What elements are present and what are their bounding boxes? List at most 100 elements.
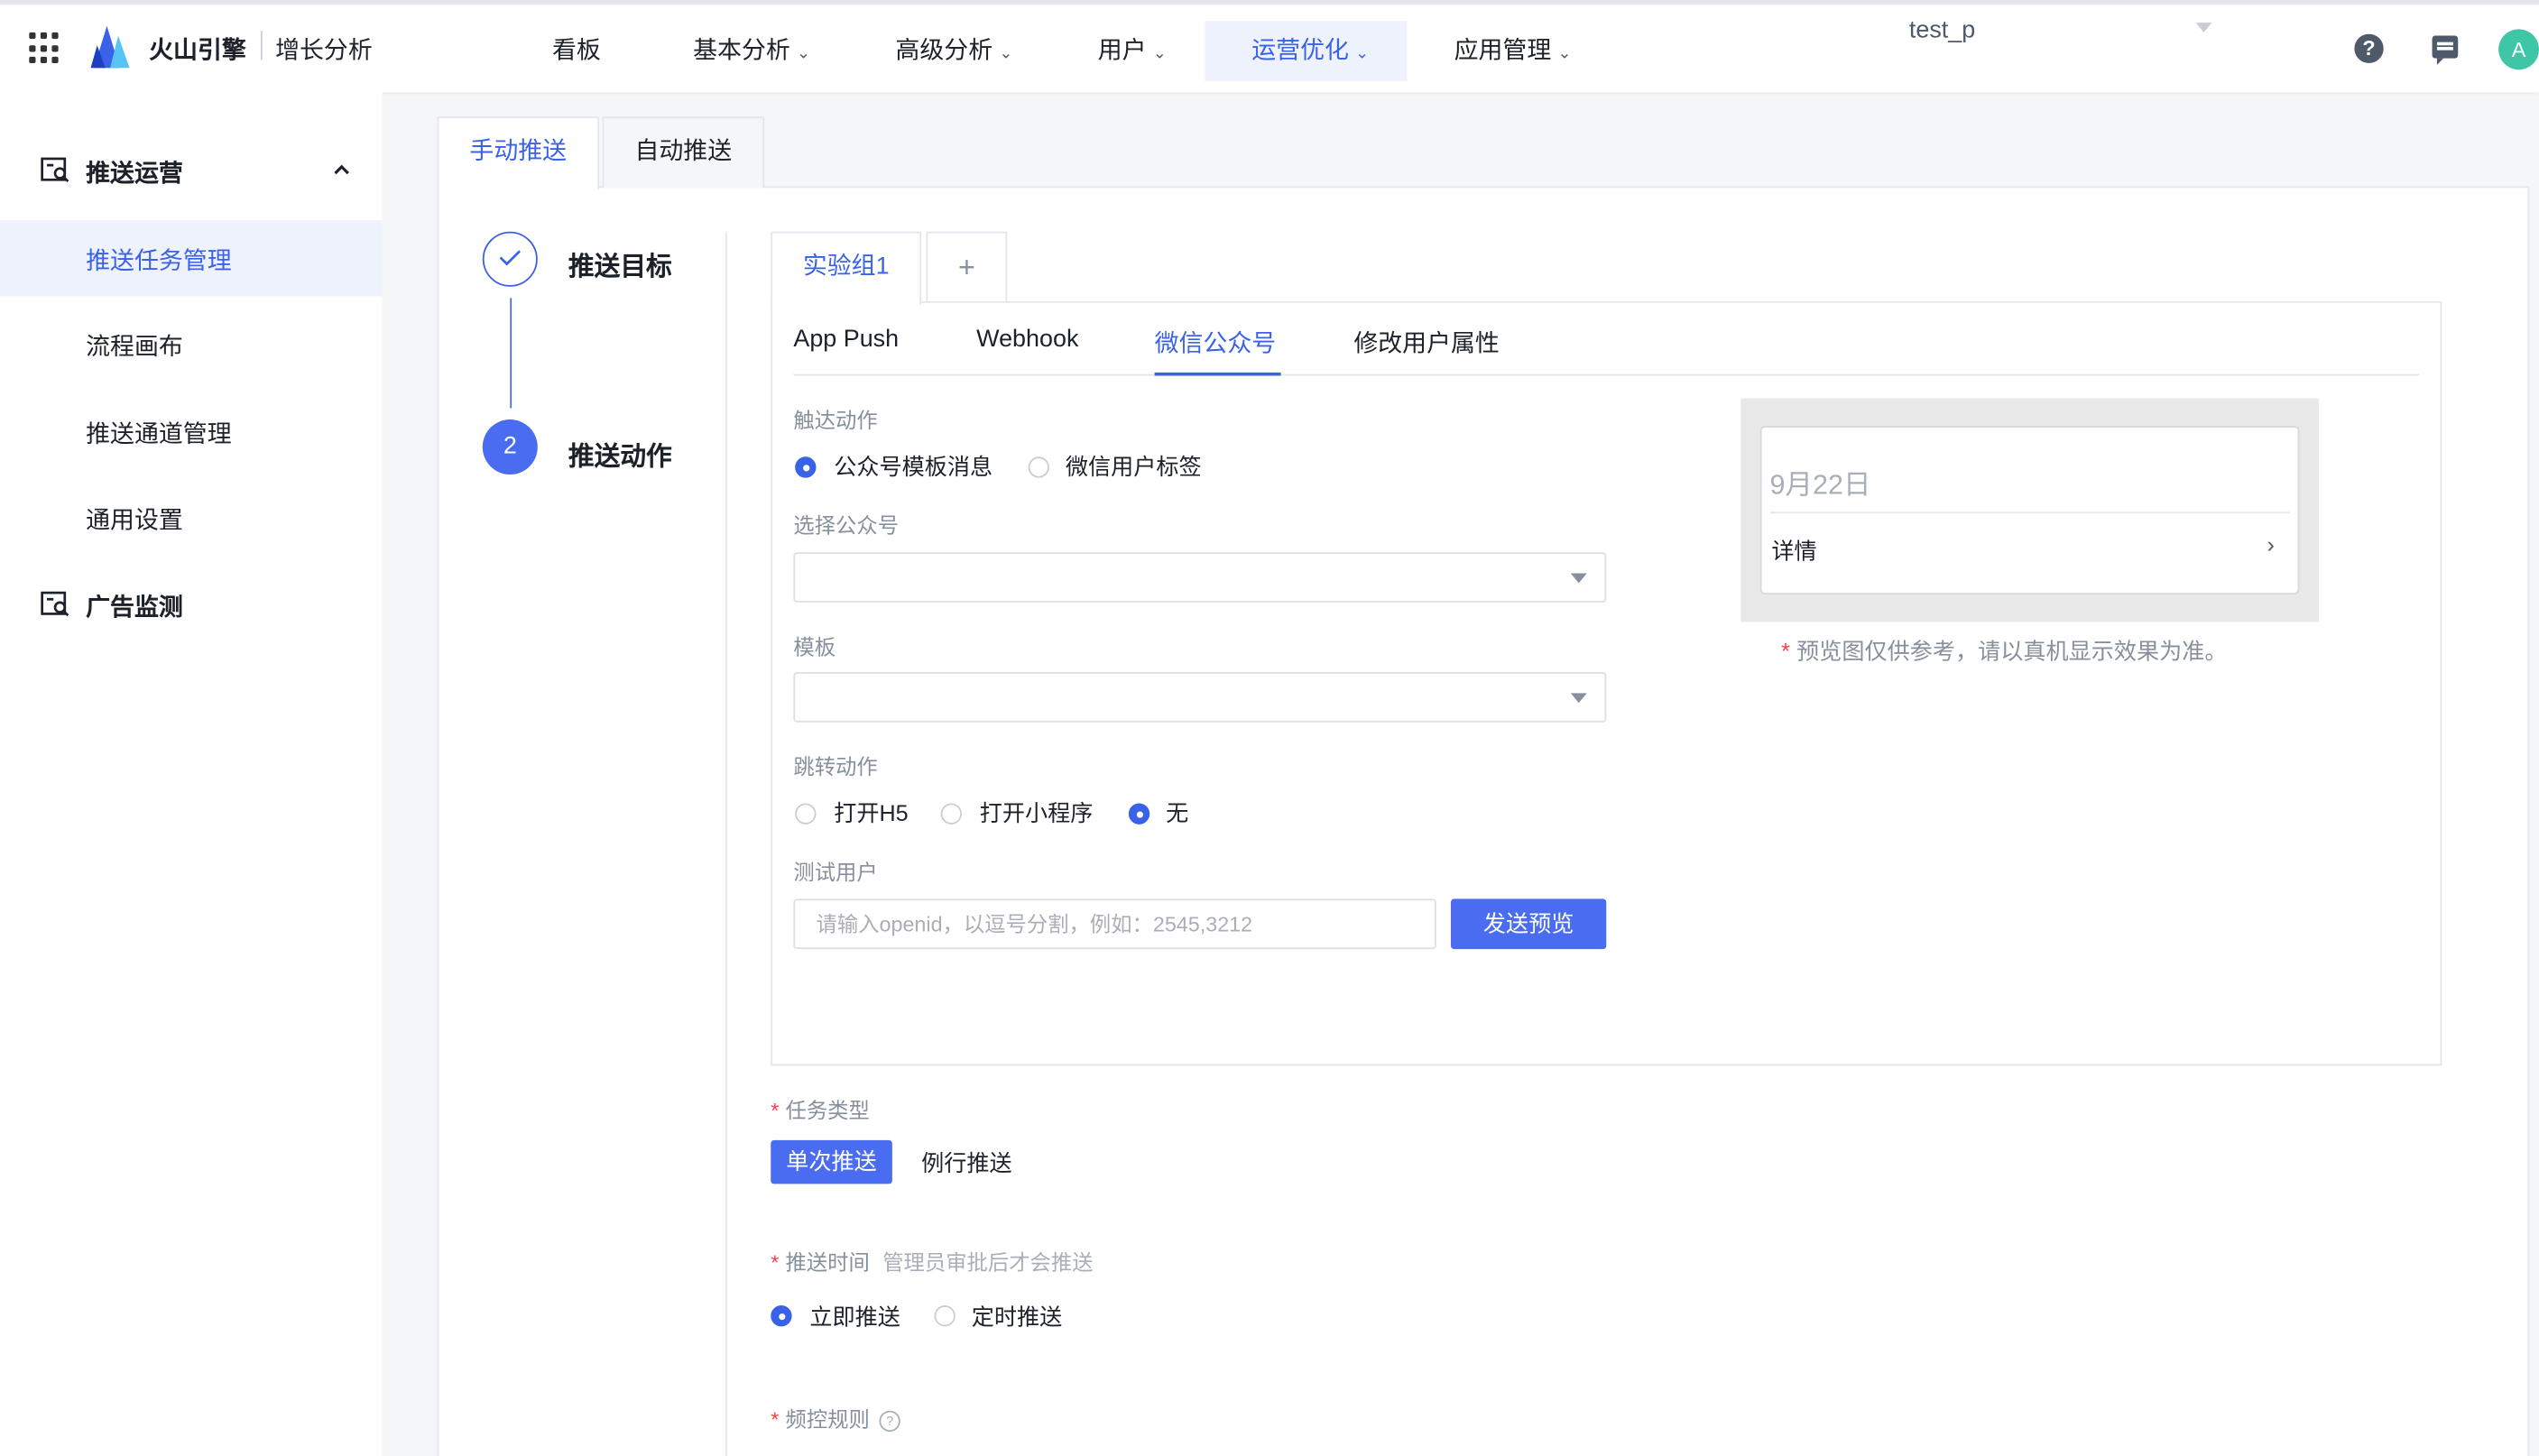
radio-label[interactable]: 无 (1166, 797, 1188, 829)
sidebar (0, 92, 383, 1456)
push-time-hint: 管理员审批后才会推送 (882, 1249, 1094, 1275)
send-preview-button[interactable]: 发送预览 (1450, 898, 1607, 950)
sidebar-item-label: 流程画布 (86, 333, 183, 362)
project-selector[interactable]: test_p (1909, 16, 1975, 44)
task-type-routine-button[interactable]: 例行推送 (921, 1147, 1011, 1179)
field-label-task-type: * 任务类型 (771, 1093, 870, 1124)
nav-label: 基本分析 (693, 37, 790, 65)
tab-modify-user-attributes[interactable]: 修改用户属性 (1353, 326, 1500, 360)
field-label-trigger: 触达动作 (793, 408, 878, 433)
step-divider (725, 231, 727, 1456)
radio-label[interactable]: 定时推送 (972, 1301, 1062, 1333)
sidebar-item-flow-canvas[interactable]: 流程画布 (0, 306, 383, 382)
required-mark: * (1781, 638, 1790, 665)
radio-open-h5[interactable] (795, 803, 817, 825)
preview-separator (1769, 511, 2290, 514)
push-ops-icon (41, 157, 69, 183)
step-label-target[interactable]: 推送目标 (568, 244, 672, 283)
radio-label[interactable]: 打开小程序 (980, 797, 1094, 829)
brand-divider (260, 31, 263, 60)
chevron-down-icon: ⌄ (1557, 45, 1572, 64)
chevron-down-icon: ⌄ (999, 45, 1013, 64)
nav-basic-analysis[interactable]: 基本分析 ⌄ (693, 32, 810, 67)
label-text: 推送时间 (785, 1249, 870, 1275)
step-number: 2 (482, 419, 538, 475)
nav-label: 应用管理 (1454, 37, 1552, 65)
tab-app-push[interactable]: App Push (793, 326, 899, 354)
chevron-down-icon: ⌄ (796, 45, 811, 64)
sidebar-item-label: 推送通道管理 (86, 420, 232, 449)
tab-auto-push[interactable]: 自动推送 (602, 116, 765, 189)
sidebar-item-label: 推送任务管理 (86, 247, 232, 276)
preview-date: 9月22日 (1769, 469, 1871, 501)
caret-down-icon[interactable] (2195, 23, 2212, 32)
message-icon[interactable] (2432, 35, 2459, 65)
radio-label[interactable]: 公众号模板消息 (834, 450, 993, 483)
radio-push-scheduled[interactable] (934, 1305, 956, 1327)
radio-label[interactable]: 打开H5 (834, 797, 908, 829)
field-label-frequency: * 频控规则? (771, 1403, 900, 1433)
task-type-single-button[interactable]: 单次推送 (771, 1139, 892, 1184)
active-tab-underline (1154, 372, 1281, 376)
nav-users[interactable]: 用户 ⌄ (1098, 32, 1167, 67)
required-mark: * (771, 1249, 780, 1275)
app-root: 火山引擎 增长分析 看板 基本分析 ⌄ 高级分析 ⌄ 用户 ⌄ 运营优化 ⌄ 应用管理 ⌄… (0, 0, 2539, 1456)
test-user-input[interactable]: 请输入openid，以逗号分割，例如：2545,3212 (793, 898, 1436, 950)
product-name: 增长分析 (275, 37, 373, 65)
template-select[interactable] (793, 672, 1607, 723)
volcano-logo-icon (90, 25, 130, 69)
add-group-button[interactable]: + (926, 231, 1008, 303)
radio-open-miniprogram[interactable] (940, 803, 963, 825)
tab-wechat-official[interactable]: 微信公众号 (1155, 326, 1277, 360)
label-text: 频控规则 (785, 1407, 870, 1433)
sidebar-item-general-settings[interactable]: 通用设置 (0, 479, 383, 555)
radio-wechat-tag[interactable] (1028, 456, 1049, 478)
chevron-right-icon: › (2267, 530, 2275, 558)
brand-name: 火山引擎 (149, 37, 246, 65)
nav-operation-optimize[interactable]: 运营优化 ⌄ (1251, 32, 1369, 67)
sidebar-section-ad-monitor[interactable]: 广告监测 (86, 590, 183, 624)
step-connector (510, 298, 512, 409)
field-label-template: 模板 (793, 634, 836, 659)
chevron-up-icon[interactable] (334, 163, 350, 175)
app-grid-icon[interactable] (29, 32, 61, 65)
radio-none[interactable] (1128, 803, 1150, 825)
radio-push-now[interactable] (771, 1305, 792, 1327)
sidebar-section-push-ops[interactable]: 推送运营 (86, 155, 183, 189)
nav-label: 用户 (1097, 37, 1147, 65)
nav-label: 高级分析 (895, 37, 993, 65)
nav-label: 运营优化 (1251, 37, 1349, 65)
chevron-down-icon: ⌄ (1355, 45, 1370, 64)
tab-webhook[interactable]: Webhook (976, 326, 1078, 354)
radio-template-message[interactable] (795, 456, 817, 478)
step-label-action[interactable]: 推送动作 (568, 434, 672, 473)
label-text: 任务类型 (785, 1098, 870, 1123)
nav-app-management[interactable]: 应用管理 ⌄ (1454, 32, 1572, 67)
subtab-rule (793, 373, 2420, 376)
help-icon[interactable]: ? (2354, 33, 2384, 64)
account-select[interactable] (793, 552, 1607, 603)
caret-down-icon (1570, 693, 1587, 704)
radio-label[interactable]: 立即推送 (809, 1301, 900, 1333)
chevron-down-icon: ⌄ (1152, 45, 1167, 64)
preview-note-text: 预览图仅供参考，请以真机显示效果为准。 (1796, 638, 2228, 665)
field-label-account: 选择公众号 (793, 513, 900, 539)
nav-advanced-analysis[interactable]: 高级分析 ⌄ (895, 32, 1012, 67)
field-label-jump: 跳转动作 (793, 754, 878, 779)
ad-monitor-icon (41, 591, 69, 617)
avatar[interactable]: A (2498, 29, 2539, 70)
sidebar-item-push-task-management[interactable]: 推送任务管理 (0, 220, 383, 297)
question-icon[interactable]: ? (879, 1410, 900, 1433)
sidebar-item-label: 通用设置 (86, 506, 183, 535)
preview-detail-link: 详情 (1771, 538, 1817, 564)
sidebar-item-push-channel-management[interactable]: 推送通道管理 (0, 393, 383, 469)
step-done-check-icon (482, 231, 538, 287)
caret-down-icon (1570, 573, 1587, 584)
preview-card (1759, 426, 2300, 594)
required-mark: * (771, 1098, 780, 1123)
preview-note: * 预览图仅供参考，请以真机显示效果为准。 (1781, 635, 2227, 668)
tab-experiment-group-1[interactable]: 实验组1 (771, 231, 922, 305)
nav-dashboard[interactable]: 看板 (552, 32, 601, 67)
radio-label[interactable]: 微信用户标签 (1066, 450, 1202, 483)
tab-manual-push[interactable]: 手动推送 (437, 116, 600, 190)
